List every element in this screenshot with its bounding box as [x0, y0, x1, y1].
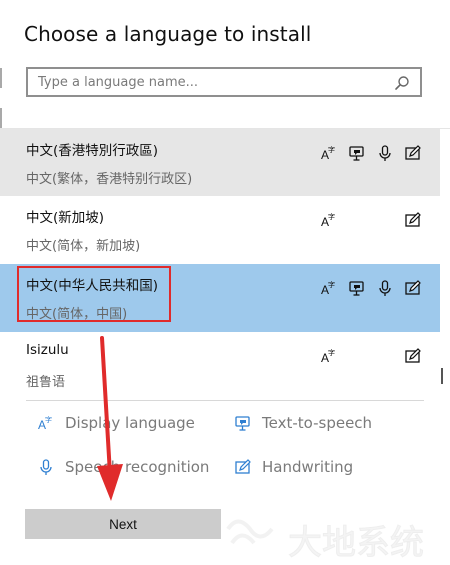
handwriting-icon — [235, 459, 251, 474]
speech-recognition-icon — [379, 280, 391, 296]
language-feature-icons: A 字 — [320, 346, 422, 366]
list-scrollbar[interactable] — [441, 368, 443, 384]
legend-text-to-speech: Text-to-speech — [234, 414, 372, 432]
language-feature-icons: A 字 — [320, 210, 422, 230]
display-language-icon: A 字 — [38, 415, 52, 432]
display-language-icon: A 字 — [321, 280, 335, 297]
svg-text:字: 字 — [328, 280, 335, 289]
handwriting-icon — [405, 145, 421, 160]
speech-recognition-icon — [40, 459, 52, 475]
legend-label: Text-to-speech — [262, 414, 373, 432]
next-button[interactable]: Next — [25, 509, 221, 539]
legend-label: Display language — [65, 414, 195, 432]
dialog-title: Choose a language to install — [24, 22, 312, 46]
language-list-item[interactable]: 中文(香港特別行政區) 中文(繁体，香港特别行政区) A 字 — [0, 129, 440, 196]
language-list-item[interactable]: Isizulu 祖鲁语 A 字 — [0, 332, 440, 398]
left-edge-mark — [0, 68, 2, 88]
speech-recognition-icon — [379, 145, 391, 161]
legend-display-language: A 字 Display language — [37, 414, 195, 432]
svg-text:字: 字 — [45, 415, 52, 424]
legend-speech-recognition: Speech recognition — [37, 458, 209, 476]
handwriting-icon — [405, 348, 421, 363]
handwriting-icon — [405, 212, 421, 227]
language-subtitle: 中文(简体，新加坡) — [26, 239, 141, 254]
svg-text:字: 字 — [328, 348, 335, 357]
display-language-icon: A 字 — [321, 212, 335, 229]
search-placeholder: Type a language name... — [38, 75, 199, 90]
language-subtitle: 中文(简体，中国) — [26, 307, 128, 322]
legend-divider — [26, 400, 424, 401]
language-name: 中文(新加坡) — [26, 210, 105, 226]
text-to-speech-icon — [349, 146, 364, 161]
legend-label: Speech recognition — [65, 458, 210, 476]
text-to-speech-icon — [235, 416, 250, 431]
language-name: Isizulu — [26, 342, 69, 358]
language-feature-icons: A 字 — [320, 143, 422, 163]
svg-text:字: 字 — [328, 145, 335, 154]
svg-text:字: 字 — [328, 212, 335, 221]
dialog-footer — [0, 540, 450, 565]
language-subtitle: 中文(繁体，香港特别行政区) — [26, 172, 193, 187]
language-name: 中文(香港特別行政區) — [26, 143, 159, 159]
language-install-dialog: Choose a language to install Type a lang… — [0, 0, 450, 565]
display-language-icon: A 字 — [321, 348, 335, 365]
language-name: 中文(中华人民共和国) — [26, 278, 159, 294]
language-list-item-selected[interactable]: 中文(中华人民共和国) 中文(简体，中国) A 字 — [0, 264, 440, 332]
display-language-icon: A 字 — [321, 145, 335, 162]
language-list-item[interactable]: 中文(新加坡) 中文(简体，新加坡) A 字 — [0, 196, 440, 264]
handwriting-icon — [405, 280, 421, 295]
language-subtitle: 祖鲁语 — [26, 375, 66, 390]
legend-handwriting: Handwriting — [234, 458, 353, 476]
language-list[interactable]: 中文(香港特別行政區) 中文(繁体，香港特别行政区) A 字 中文(新加坡) 中… — [0, 128, 450, 398]
search-icon[interactable] — [394, 75, 410, 91]
left-edge-mark — [0, 108, 2, 130]
legend-label: Handwriting — [262, 458, 354, 476]
language-search-box[interactable]: Type a language name... — [26, 67, 422, 97]
text-to-speech-icon — [349, 281, 364, 296]
language-feature-icons: A 字 — [320, 278, 422, 298]
